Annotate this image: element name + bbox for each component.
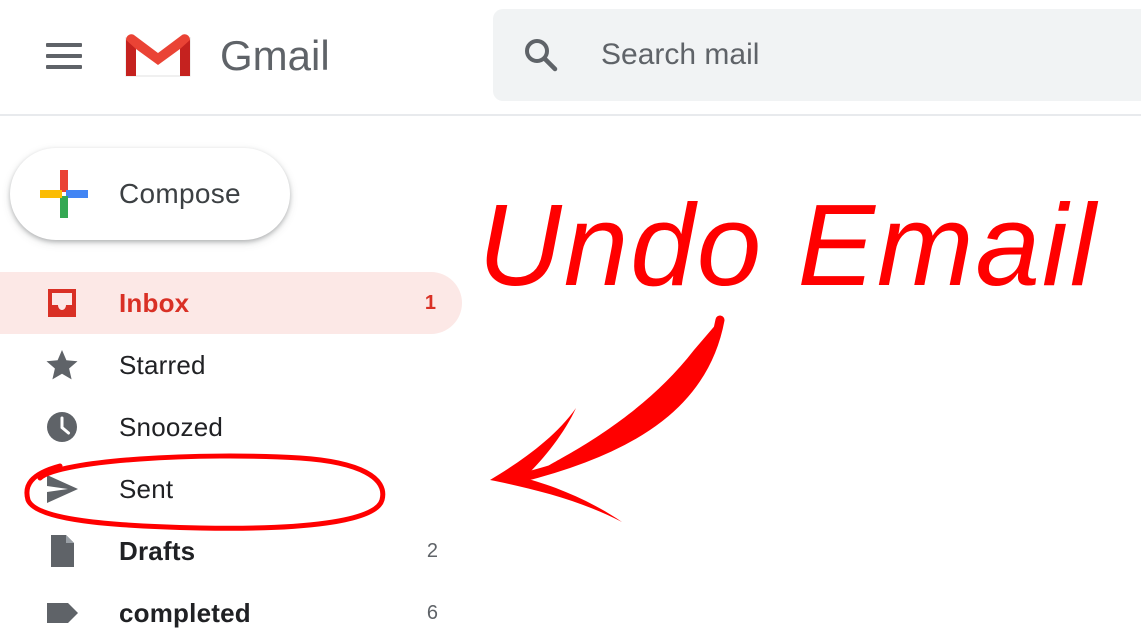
search-bar[interactable]: [493, 9, 1141, 101]
top-header: Gmail: [0, 0, 1141, 116]
sidebar-item-inbox[interactable]: Inbox 1: [0, 272, 462, 334]
sidebar-item-starred[interactable]: Starred: [0, 334, 462, 396]
clock-icon: [47, 412, 77, 442]
compose-label: Compose: [119, 178, 241, 209]
unread-count: 1: [424, 292, 436, 314]
compose-button[interactable]: Compose: [10, 148, 290, 240]
draft-document-icon: [51, 535, 74, 567]
annotation-title: Undo Email: [478, 180, 1098, 310]
sidebar-item-label: Snoozed: [119, 412, 224, 442]
draft-count: 2: [426, 540, 438, 562]
sidebar-item-label: completed: [119, 598, 251, 628]
sidebar-item-sent[interactable]: Sent: [0, 458, 462, 520]
search-icon[interactable]: [521, 35, 561, 75]
sidebar-item-snoozed[interactable]: Snoozed: [0, 396, 462, 458]
colorful-plus-icon: [40, 170, 88, 218]
sidebar-item-completed[interactable]: completed 6: [0, 582, 462, 639]
annotation-arrow-shaft: [515, 315, 725, 483]
label-count: 6: [426, 602, 438, 624]
app-title: Gmail: [220, 32, 330, 79]
sidebar-item-label: Drafts: [119, 536, 196, 566]
star-icon: [46, 350, 78, 380]
sidebar-item-label: Sent: [119, 474, 174, 504]
gmail-m-logo-icon[interactable]: [122, 30, 194, 82]
sidebar-item-drafts[interactable]: Drafts 2: [0, 520, 462, 582]
gmail-page: Gmail Compose Inbox 1: [0, 0, 1141, 639]
inbox-icon: [48, 289, 76, 317]
sidebar-item-label: Starred: [119, 350, 206, 380]
annotation-arrow: [548, 322, 718, 466]
send-icon: [47, 475, 78, 503]
hamburger-menu-icon[interactable]: [40, 34, 88, 78]
label-tag-icon: [47, 603, 78, 623]
sidebar-nav: Inbox 1 Starred Snoozed Sent Drafts 2 co…: [0, 272, 462, 639]
search-input[interactable]: [601, 33, 1101, 77]
annotation-arrow-head: [490, 408, 622, 522]
sidebar-item-label: Inbox: [119, 288, 190, 318]
